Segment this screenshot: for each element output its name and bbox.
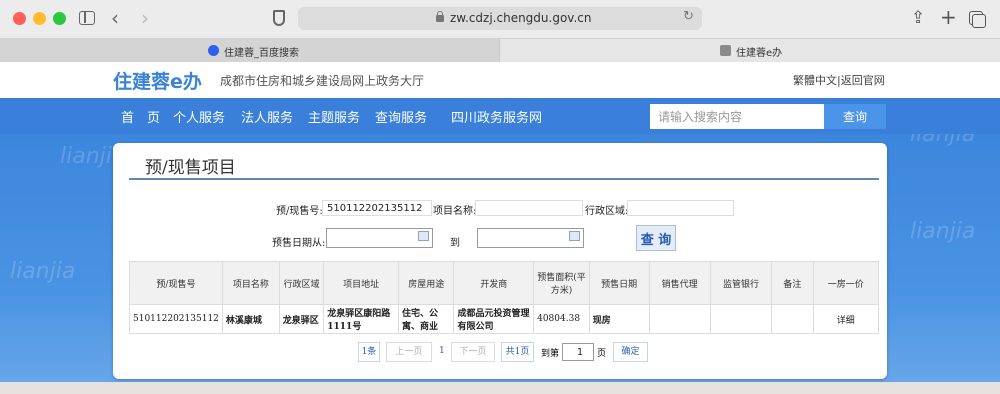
site-header: 住建蓉e办 成都市住房和城乡建设局网上政务大厅 繁體中文|返回官网 — [0, 62, 1000, 98]
cell-supervising-bank — [709, 304, 773, 334]
date-to-input[interactable] — [477, 228, 584, 248]
project-name-label: 项目名称: — [433, 206, 477, 217]
query-button[interactable]: 查 询 — [636, 225, 676, 251]
calendar-icon[interactable] — [569, 231, 580, 241]
column-header: 监管银行 — [709, 261, 773, 305]
column-header: 预售日期 — [588, 261, 650, 305]
nav-topic-services[interactable]: 主题服务 — [308, 107, 360, 126]
total-pages: 共1页 — [501, 342, 534, 362]
tab-baidu-search[interactable]: 住建蓉_百度搜索 — [0, 39, 500, 63]
maximize-window-button[interactable] — [53, 12, 66, 25]
close-window-button[interactable] — [13, 12, 26, 25]
nav-home[interactable]: 首 页 — [121, 107, 160, 126]
details-link[interactable]: 详细 — [812, 304, 879, 334]
prev-page-button[interactable]: 上一页 — [386, 342, 432, 362]
goto-label: 到第 — [541, 349, 560, 359]
background-ground — [0, 382, 1000, 394]
main-nav: 首 页 个人服务 法人服务 主题服务 查询服务 四川政务服务网 查询 — [0, 98, 1000, 134]
column-header: 项目地址 — [323, 261, 400, 305]
forward-arrow-icon[interactable]: › — [141, 6, 149, 30]
cell-sales-agent — [648, 304, 711, 334]
minimize-window-button[interactable] — [33, 12, 46, 25]
district-input[interactable] — [627, 200, 734, 216]
goto-page-input[interactable] — [562, 343, 594, 361]
table-header-row: 预/现售号 项目名称 行政区域 项目地址 房屋用途 开发商 预售面积(平方米) … — [129, 261, 879, 305]
presale-no-label: 预/现售号: — [276, 206, 323, 217]
language-links[interactable]: 繁體中文|返回官网 — [793, 72, 885, 88]
watermark-text: lianjia — [910, 134, 976, 147]
project-name-input[interactable] — [475, 200, 583, 216]
site-subtitle: 成都市住房和城乡建设局网上政务大厅 — [220, 74, 425, 88]
tab-zjr-eban[interactable]: 住建蓉e办 — [500, 39, 1000, 63]
record-count: 1条 — [358, 342, 380, 362]
watermark-text: lianjia — [910, 219, 976, 244]
column-header: 行政区域 — [278, 261, 325, 305]
page-unit: 页 — [597, 349, 607, 359]
column-header: 备注 — [771, 261, 814, 305]
page-title: 预/现售项目 — [145, 158, 236, 178]
site-favicon-icon — [720, 45, 731, 56]
cell-presale-no: 510112202135112 — [129, 304, 223, 334]
nav-legal-services[interactable]: 法人服务 — [241, 107, 293, 126]
goto-confirm-button[interactable]: 确定 — [613, 342, 648, 362]
column-header: 销售代理 — [648, 261, 711, 305]
tab-label: 住建蓉e办 — [736, 48, 783, 59]
url-text: zw.cdzj.chengdu.gov.cn — [450, 11, 592, 25]
date-from-label: 预售日期从: — [272, 238, 326, 249]
date-to-label: 到 — [450, 238, 460, 249]
cell-project-name: 林溪康城 — [221, 304, 280, 334]
calendar-icon[interactable] — [418, 231, 429, 241]
address-bar[interactable]: zw.cdzj.chengdu.gov.cn ↻ — [298, 7, 702, 30]
cell-usage: 住宅、公寓、商业 — [398, 304, 455, 334]
tab-label: 住建蓉_百度搜索 — [224, 48, 299, 59]
presale-no-input[interactable] — [322, 200, 432, 216]
presale-project-card: 预/现售项目 预/现售号: 项目名称: 行政区域: 预售日期从: 到 查 询 预… — [113, 143, 887, 379]
column-header: 开发商 — [453, 261, 535, 305]
watermark-text: lianjia — [10, 259, 76, 284]
cell-developer: 成都品元投资管理有限公司 — [453, 304, 535, 334]
cell-area: 40804.38 — [533, 304, 590, 334]
cell-address: 龙泉驿区康阳路1111号 — [323, 304, 400, 334]
cell-remarks — [771, 304, 814, 334]
tab-overview-icon[interactable] — [969, 11, 986, 28]
cell-presale-date: 现房 — [588, 304, 650, 334]
lock-icon — [436, 11, 444, 22]
column-header: 房屋用途 — [398, 261, 455, 305]
back-arrow-icon[interactable]: ‹ — [111, 6, 119, 30]
site-search-button[interactable]: 查询 — [824, 104, 886, 129]
baidu-paw-icon — [208, 45, 219, 56]
privacy-shield-icon[interactable] — [273, 10, 285, 26]
table-row: 510112202135112 林溪康城 龙泉驿区 龙泉驿区康阳路1111号 住… — [129, 304, 879, 334]
district-label: 行政区域: — [585, 206, 629, 217]
column-header: 一房一价 — [812, 261, 879, 305]
title-divider — [129, 178, 879, 180]
results-table: 预/现售号 项目名称 行政区域 项目地址 房屋用途 开发商 预售面积(平方米) … — [129, 261, 879, 334]
new-tab-plus-icon[interactable]: + — [940, 5, 957, 29]
nav-sichuan-portal[interactable]: 四川政务服务网 — [451, 107, 542, 126]
nav-personal-services[interactable]: 个人服务 — [173, 107, 225, 126]
nav-query-services[interactable]: 查询服务 — [375, 107, 427, 126]
share-icon[interactable]: ⇪ — [911, 8, 925, 28]
next-page-button[interactable]: 下一页 — [451, 342, 495, 362]
site-search-input[interactable] — [650, 104, 824, 129]
sidebar-toggle-icon[interactable] — [79, 11, 95, 25]
column-header: 项目名称 — [221, 261, 280, 305]
current-page: 1 — [439, 346, 445, 356]
site-logo[interactable]: 住建蓉e办 — [113, 67, 202, 94]
column-header: 预售面积(平方米) — [533, 261, 590, 305]
reload-icon[interactable]: ↻ — [683, 9, 694, 24]
cell-district: 龙泉驿区 — [278, 304, 325, 334]
date-from-input[interactable] — [326, 228, 433, 248]
column-header: 预/现售号 — [129, 261, 223, 305]
tab-strip: 住建蓉_百度搜索 住建蓉e办 — [0, 38, 1000, 63]
browser-titlebar: ‹ › zw.cdzj.chengdu.gov.cn ↻ ⇪ + — [0, 0, 1000, 38]
